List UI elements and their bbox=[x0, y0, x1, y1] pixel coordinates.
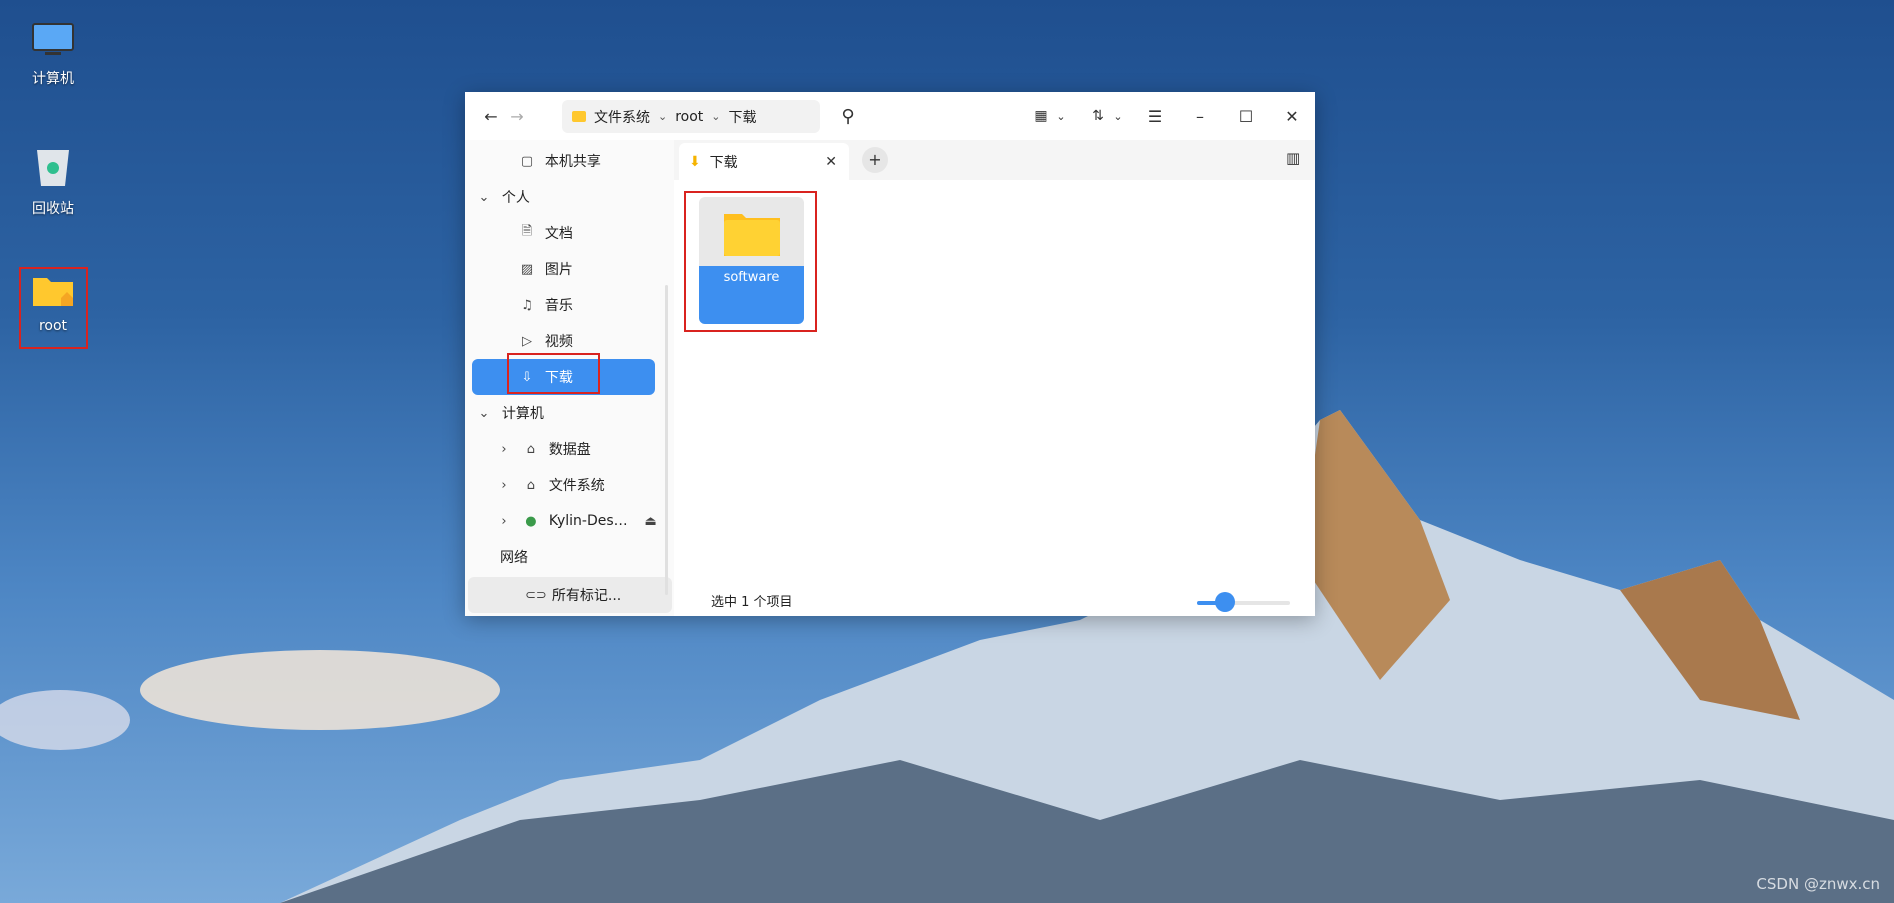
sidebar-item-label: 音乐 bbox=[544, 298, 573, 314]
sidebar-item-music[interactable]: ♫ 音乐 bbox=[465, 287, 674, 323]
folder-icon bbox=[572, 111, 586, 122]
breadcrumb-item[interactable]: 下载 bbox=[729, 107, 757, 127]
back-button[interactable]: ← bbox=[478, 103, 504, 129]
desktop-icon-label: 回收站 bbox=[32, 201, 74, 217]
sidebar-section-label: 计算机 bbox=[501, 406, 544, 422]
desktop-icon-trash[interactable]: 回收站 bbox=[18, 146, 88, 218]
sidebar-section-personal[interactable]: ⌄ 个人 bbox=[465, 179, 674, 215]
sidebar-item-label: 图片 bbox=[544, 262, 573, 278]
share-folder-icon: ▢ bbox=[520, 153, 534, 169]
disc-icon: ● bbox=[525, 513, 537, 529]
chevron-down-icon[interactable]: ⌄ bbox=[1048, 103, 1074, 129]
sidebar-section-label: 个人 bbox=[501, 190, 530, 206]
sidebar-item-data-disk[interactable]: › ⌂ 数据盘 bbox=[465, 431, 674, 467]
sidebar-item-label: 所有标记... bbox=[551, 588, 622, 604]
download-icon: ⬇ bbox=[689, 153, 701, 170]
breadcrumb-item[interactable]: root bbox=[675, 109, 703, 125]
desktop-icon-label: 计算机 bbox=[32, 71, 74, 87]
eject-icon[interactable]: ⏏ bbox=[642, 514, 660, 529]
drive-icon: ⌂ bbox=[526, 441, 536, 457]
menu-icon[interactable]: ☰ bbox=[1142, 103, 1168, 129]
chevron-down-icon[interactable]: ⌄ bbox=[711, 110, 720, 123]
zoom-slider[interactable] bbox=[1197, 592, 1290, 612]
sidebar-item-filesystem[interactable]: › ⌂ 文件系统 bbox=[465, 467, 674, 503]
chevron-down-icon[interactable]: ⌄ bbox=[658, 110, 667, 123]
sidebar-item-documents[interactable]: 🗎 文档 bbox=[465, 215, 674, 251]
picture-icon: ▨ bbox=[520, 261, 534, 277]
trash-icon bbox=[37, 150, 69, 186]
sidebar-section-network[interactable]: 网络 bbox=[465, 539, 674, 575]
search-icon[interactable]: ⚲ bbox=[835, 103, 861, 129]
sidebar-item-label: 文件系统 bbox=[548, 478, 605, 494]
sidebar-section-computer[interactable]: ⌄ 计算机 bbox=[465, 395, 674, 431]
highlight-box bbox=[684, 191, 817, 332]
sidebar-item-label: 数据盘 bbox=[548, 442, 591, 458]
tab-bar: ⬇ 下载 ✕ + ▥ bbox=[674, 140, 1315, 180]
minimize-button[interactable]: – bbox=[1187, 103, 1213, 129]
sidebar-section-label: 网络 bbox=[500, 550, 528, 566]
chevron-down-icon: ⌄ bbox=[478, 189, 490, 205]
video-icon: ▷ bbox=[522, 333, 532, 349]
tab-downloads[interactable]: ⬇ 下载 ✕ bbox=[679, 143, 849, 180]
sidebar-item-pictures[interactable]: ▨ 图片 bbox=[465, 251, 674, 287]
document-icon: 🗎 bbox=[521, 224, 533, 239]
tag-icon: ⊂⊃ bbox=[525, 587, 547, 603]
sidebar-item-label: Kylin-Des… bbox=[548, 513, 628, 529]
sidebar-item-all-tags[interactable]: ⊂⊃ 所有标记... bbox=[468, 577, 672, 613]
tab-label: 下载 bbox=[709, 154, 738, 171]
close-tab-icon[interactable]: ✕ bbox=[825, 154, 837, 170]
sidebar-scrollbar[interactable] bbox=[665, 285, 668, 595]
highlight-box bbox=[507, 353, 600, 394]
sidebar-item-kylin-disc[interactable]: › ● Kylin-Des… ⏏ bbox=[465, 503, 674, 539]
status-text: 选中 1 个项目 bbox=[711, 595, 793, 610]
music-icon: ♫ bbox=[521, 297, 533, 313]
highlight-box bbox=[19, 267, 88, 349]
sidebar-item-share[interactable]: ▢ 本机共享 bbox=[465, 143, 674, 179]
chevron-down-icon: ⌄ bbox=[478, 405, 490, 421]
slider-handle[interactable] bbox=[1214, 592, 1235, 612]
breadcrumb[interactable]: 文件系统 ⌄ root ⌄ 下载 bbox=[562, 100, 820, 133]
forward-button[interactable]: → bbox=[504, 103, 530, 129]
new-tab-button[interactable]: + bbox=[862, 147, 888, 173]
computer-icon bbox=[32, 23, 74, 55]
chevron-right-icon[interactable]: › bbox=[495, 442, 513, 457]
maximize-button[interactable]: ☐ bbox=[1233, 103, 1259, 129]
watermark: CSDN @znwx.cn bbox=[1756, 875, 1880, 893]
chevron-down-icon[interactable]: ⌄ bbox=[1105, 103, 1131, 129]
drive-icon: ⌂ bbox=[526, 477, 536, 493]
breadcrumb-item[interactable]: 文件系统 bbox=[594, 107, 650, 127]
chevron-right-icon[interactable]: › bbox=[495, 514, 513, 529]
close-button[interactable]: ✕ bbox=[1279, 103, 1305, 129]
sidebar-item-label: 视频 bbox=[544, 334, 573, 350]
desktop-icon-computer[interactable]: 计算机 bbox=[18, 22, 88, 88]
chevron-right-icon[interactable]: › bbox=[495, 478, 513, 493]
preview-pane-icon[interactable]: ▥ bbox=[1286, 149, 1300, 167]
sidebar-item-label: 本机共享 bbox=[544, 154, 601, 170]
sidebar-item-label: 文档 bbox=[544, 226, 573, 242]
